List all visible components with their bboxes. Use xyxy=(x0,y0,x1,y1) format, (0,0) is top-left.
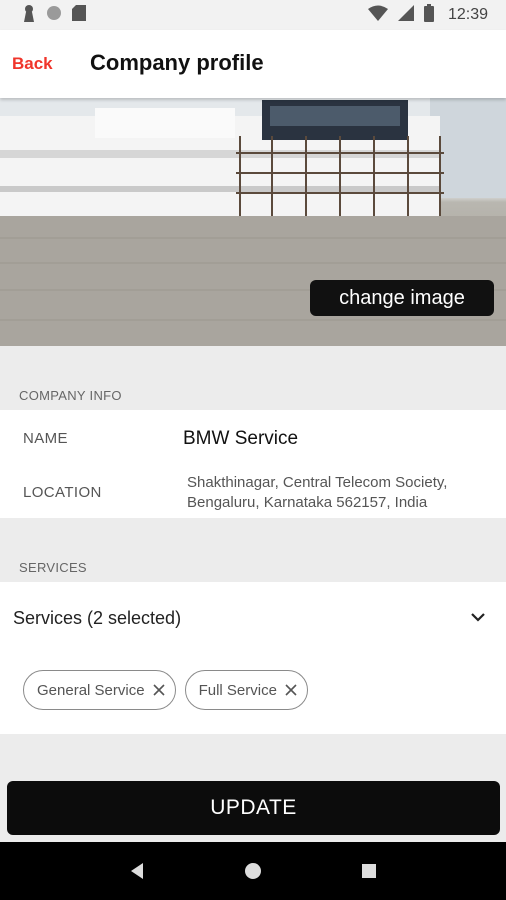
chevron-down-icon[interactable] xyxy=(470,610,486,629)
services-heading: SERVICES xyxy=(19,560,87,575)
status-time: 12:39 xyxy=(447,6,488,23)
wifi-icon xyxy=(367,5,388,26)
company-info-heading: COMPANY INFO xyxy=(19,388,122,403)
services-card: Services (2 selected) General Service Fu… xyxy=(0,582,506,734)
company-info-card: NAME BMW Service LOCATION Shakthinagar, … xyxy=(0,410,506,518)
status-bar: 12:39 xyxy=(0,0,506,30)
name-label: NAME xyxy=(23,430,68,447)
service-chip: Full Service xyxy=(184,670,308,710)
location-value[interactable]: Shakthinagar, Central Telecom Society, B… xyxy=(187,473,492,513)
battery-icon xyxy=(423,3,434,27)
selected-services: General Service Full Service xyxy=(23,670,308,710)
system-nav-bar xyxy=(0,842,506,900)
change-image-button[interactable]: change image xyxy=(310,280,494,316)
nav-recents-icon[interactable] xyxy=(361,863,377,879)
circle-icon xyxy=(46,5,62,26)
nav-home-icon[interactable] xyxy=(244,862,262,880)
services-dropdown[interactable]: Services (2 selected) xyxy=(13,608,181,629)
service-chip-label: Full Service xyxy=(198,681,277,699)
sd-card-icon xyxy=(72,4,86,26)
location-label: LOCATION xyxy=(23,484,102,501)
remove-chip-icon[interactable] xyxy=(152,684,165,696)
signal-icon xyxy=(397,4,414,26)
update-button[interactable]: UPDATE xyxy=(7,781,500,835)
page-title: Company profile xyxy=(90,50,264,75)
app-header: Back Company profile xyxy=(0,30,506,98)
remove-chip-icon[interactable] xyxy=(285,684,297,696)
name-value[interactable]: BMW Service xyxy=(183,428,298,450)
keyhole-icon xyxy=(22,4,36,27)
service-chip: General Service xyxy=(23,670,176,710)
back-button[interactable]: Back xyxy=(12,54,53,74)
nav-back-icon[interactable] xyxy=(129,862,145,880)
service-chip-label: General Service xyxy=(37,681,145,699)
